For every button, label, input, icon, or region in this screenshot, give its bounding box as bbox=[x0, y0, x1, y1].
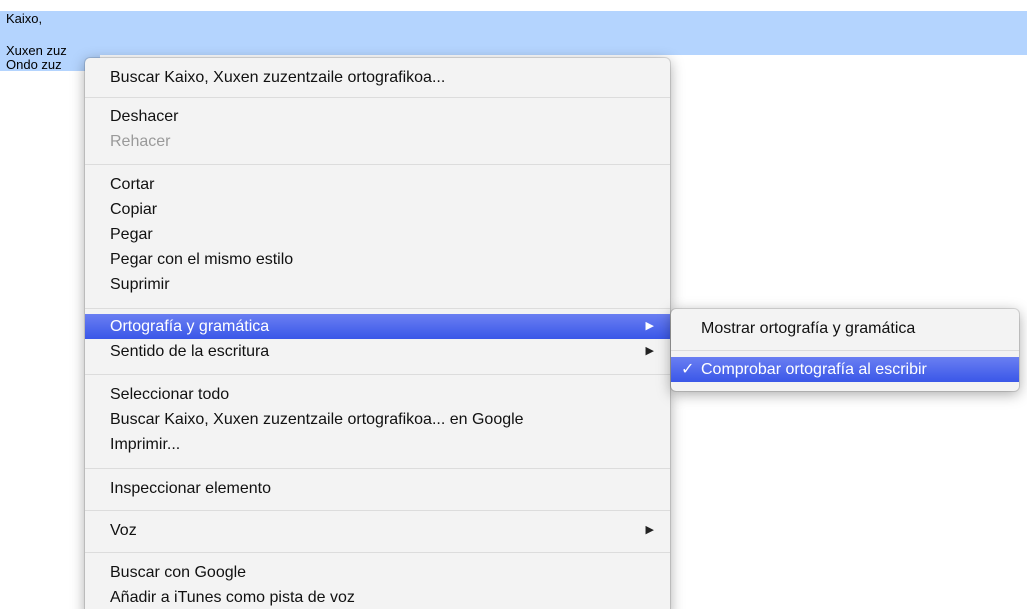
menu-separator bbox=[85, 164, 670, 165]
text-selection bbox=[0, 11, 1027, 55]
menu-item-label: Voz bbox=[110, 522, 137, 539]
checkmark-icon: ✓ bbox=[681, 361, 695, 378]
menu-item-undo[interactable]: Deshacer bbox=[85, 104, 670, 129]
menu-separator bbox=[85, 308, 670, 309]
menu-item-label: Ortografía y gramática bbox=[110, 318, 270, 335]
context-menu: Buscar Kaixo, Xuxen zuzentzaile ortograf… bbox=[85, 58, 670, 609]
menu-item-add-to-itunes[interactable]: Añadir a iTunes como pista de voz bbox=[85, 585, 670, 609]
menu-item-paste[interactable]: Pegar bbox=[85, 222, 670, 247]
menu-item-delete[interactable]: Suprimir bbox=[85, 272, 670, 297]
menu-item-writing-direction[interactable]: Sentido de la escritura ▶ bbox=[85, 339, 670, 364]
menu-item-search-google-selection[interactable]: Buscar Kaixo, Xuxen zuzentzaile ortograf… bbox=[85, 407, 670, 432]
screen: Kaixo, Xuxen zuz Ondo zuz Buscar Kaixo, … bbox=[0, 0, 1027, 609]
menu-item-select-all[interactable]: Seleccionar todo bbox=[85, 382, 670, 407]
submenu-item-label: Comprobar ortografía al escribir bbox=[701, 361, 927, 378]
menu-item-paste-match-style[interactable]: Pegar con el mismo estilo bbox=[85, 247, 670, 272]
submenu-item-show-spelling[interactable]: Mostrar ortografía y gramática bbox=[671, 316, 1019, 341]
menu-separator bbox=[671, 350, 1019, 351]
menu-separator bbox=[85, 468, 670, 469]
menu-item-print[interactable]: Imprimir... bbox=[85, 432, 670, 457]
menu-item-spelling-grammar[interactable]: Ortografía y gramática ▶ bbox=[85, 314, 670, 339]
menu-separator bbox=[85, 97, 670, 98]
document-line-2: Xuxen zuz bbox=[6, 43, 67, 58]
menu-separator bbox=[85, 374, 670, 375]
menu-item-redo[interactable]: Rehacer bbox=[85, 129, 670, 154]
menu-item-search-selection[interactable]: Buscar Kaixo, Xuxen zuzentzaile ortograf… bbox=[85, 65, 670, 90]
submenu-arrow-icon: ▶ bbox=[645, 524, 654, 536]
menu-item-label: Sentido de la escritura bbox=[110, 343, 270, 360]
menu-item-inspect-element[interactable]: Inspeccionar elemento bbox=[85, 476, 670, 501]
menu-separator bbox=[85, 552, 670, 553]
document-line-1: Kaixo, bbox=[6, 11, 43, 26]
spelling-submenu: Mostrar ortografía y gramática ✓ Comprob… bbox=[671, 309, 1019, 391]
menu-item-speech[interactable]: Voz ▶ bbox=[85, 518, 670, 543]
menu-item-copy[interactable]: Copiar bbox=[85, 197, 670, 222]
menu-separator bbox=[85, 510, 670, 511]
submenu-arrow-icon: ▶ bbox=[645, 345, 654, 357]
submenu-arrow-icon: ▶ bbox=[645, 320, 654, 332]
submenu-item-check-while-typing[interactable]: ✓ Comprobar ortografía al escribir bbox=[671, 357, 1019, 382]
document-line-3: Ondo zuz bbox=[6, 57, 62, 72]
menu-item-search-with-google[interactable]: Buscar con Google bbox=[85, 560, 670, 585]
menu-item-cut[interactable]: Cortar bbox=[85, 172, 670, 197]
